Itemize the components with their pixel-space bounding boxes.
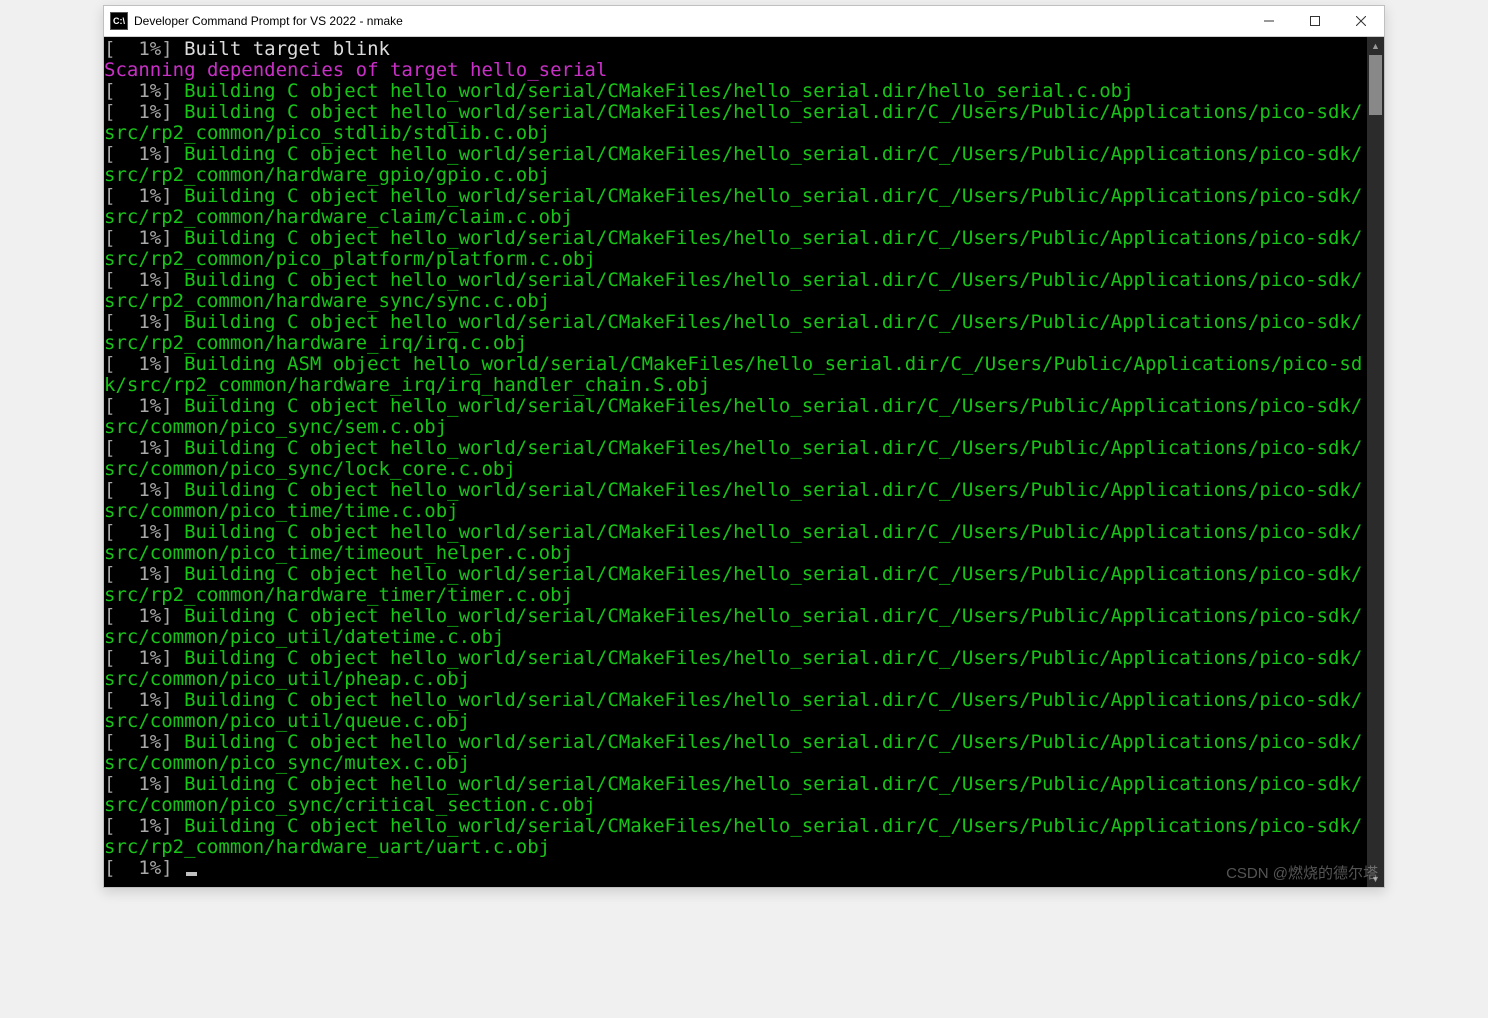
terminal-line: [ 1%] Building C object hello_world/seri… [104, 816, 1367, 858]
terminal-line: [ 1%] Building C object hello_world/seri… [104, 606, 1367, 648]
build-message: Building C object hello_world/serial/CMa… [104, 521, 1362, 564]
build-message: Building C object hello_world/serial/CMa… [104, 815, 1362, 858]
terminal-output[interactable]: [ 1%] Built target blinkScanning depende… [104, 37, 1367, 887]
terminal-line: [ 1%] Building C object hello_world/seri… [104, 186, 1367, 228]
build-message: Building C object hello_world/serial/CMa… [104, 731, 1362, 774]
minimize-button[interactable] [1246, 6, 1292, 36]
terminal-line: [ 1%] Building C object hello_world/seri… [104, 438, 1367, 480]
build-percent: [ 1%] [104, 353, 184, 375]
terminal-line: [ 1%] Building C object hello_world/seri… [104, 690, 1367, 732]
terminal-line: [ 1%] Building C object hello_world/seri… [104, 774, 1367, 816]
close-button[interactable] [1338, 6, 1384, 36]
terminal-line: [ 1%] Building C object hello_world/seri… [104, 81, 1367, 102]
build-percent: [ 1%] [104, 143, 184, 165]
terminal-line: [ 1%] Building C object hello_world/seri… [104, 102, 1367, 144]
build-message: Building C object hello_world/serial/CMa… [104, 773, 1362, 816]
build-message: Building C object hello_world/serial/CMa… [104, 101, 1362, 144]
build-percent: [ 1%] [104, 185, 184, 207]
build-message: Building C object hello_world/serial/CMa… [104, 227, 1362, 270]
build-percent: [ 1%] [104, 437, 184, 459]
build-percent: [ 1%] [104, 395, 184, 417]
build-message: Building C object hello_world/serial/CMa… [104, 689, 1362, 732]
build-percent: [ 1%] [104, 815, 184, 837]
terminal-line: Scanning dependencies of target hello_se… [104, 60, 1367, 81]
cmd-icon: C:\ [110, 12, 128, 30]
cursor-icon [186, 872, 197, 876]
terminal-line: [ 1%] Building C object hello_world/seri… [104, 648, 1367, 690]
build-percent: [ 1%] [104, 38, 184, 60]
window-title: Developer Command Prompt for VS 2022 - n… [134, 14, 403, 28]
app-window: C:\ Developer Command Prompt for VS 2022… [103, 5, 1385, 888]
build-message: Building C object hello_world/serial/CMa… [104, 311, 1362, 354]
terminal-line: [ 1%] Built target blink [104, 39, 1367, 60]
build-percent: [ 1%] [104, 311, 184, 333]
terminal-line: [ 1%] Building C object hello_world/seri… [104, 480, 1367, 522]
scrollbar-thumb[interactable] [1369, 55, 1382, 115]
build-message: Building C object hello_world/serial/CMa… [104, 437, 1362, 480]
terminal-line: [ 1%] [104, 858, 1367, 879]
build-message: Building C object hello_world/serial/CMa… [104, 143, 1362, 186]
build-message: Built target blink [184, 38, 390, 60]
maximize-icon [1310, 16, 1320, 26]
minimize-icon [1264, 16, 1274, 26]
terminal-line: [ 1%] Building C object hello_world/seri… [104, 144, 1367, 186]
terminal-line: [ 1%] Building C object hello_world/seri… [104, 396, 1367, 438]
build-message: Building C object hello_world/serial/CMa… [104, 647, 1362, 690]
client-area: [ 1%] Built target blinkScanning depende… [104, 37, 1384, 887]
build-percent: [ 1%] [104, 647, 184, 669]
scroll-down-arrow-icon[interactable]: ▼ [1367, 870, 1384, 887]
vertical-scrollbar[interactable]: ▲ ▼ [1367, 37, 1384, 887]
terminal-line: [ 1%] Building C object hello_world/seri… [104, 228, 1367, 270]
build-message: Building C object hello_world/serial/CMa… [104, 479, 1362, 522]
build-message: Scanning dependencies of target hello_se… [104, 59, 607, 81]
build-percent: [ 1%] [104, 731, 184, 753]
build-percent: [ 1%] [104, 563, 184, 585]
build-message: Building C object hello_world/serial/CMa… [104, 563, 1362, 606]
scroll-up-arrow-icon[interactable]: ▲ [1367, 37, 1384, 54]
titlebar[interactable]: C:\ Developer Command Prompt for VS 2022… [104, 6, 1384, 37]
build-percent: [ 1%] [104, 521, 184, 543]
build-percent: [ 1%] [104, 605, 184, 627]
close-icon [1356, 16, 1366, 26]
terminal-line: [ 1%] Building ASM object hello_world/se… [104, 354, 1367, 396]
terminal-line: [ 1%] Building C object hello_world/seri… [104, 522, 1367, 564]
build-message: Building C object hello_world/serial/CMa… [184, 80, 1133, 102]
terminal-line: [ 1%] Building C object hello_world/seri… [104, 732, 1367, 774]
build-message: Building ASM object hello_world/serial/C… [104, 353, 1362, 396]
build-percent: [ 1%] [104, 80, 184, 102]
build-percent: [ 1%] [104, 689, 184, 711]
maximize-button[interactable] [1292, 6, 1338, 36]
terminal-line: [ 1%] Building C object hello_world/seri… [104, 564, 1367, 606]
build-message: Building C object hello_world/serial/CMa… [104, 185, 1362, 228]
build-percent: [ 1%] [104, 101, 184, 123]
terminal-line: [ 1%] Building C object hello_world/seri… [104, 312, 1367, 354]
build-percent: [ 1%] [104, 479, 184, 501]
build-percent: [ 1%] [104, 227, 184, 249]
build-message: Building C object hello_world/serial/CMa… [104, 269, 1362, 312]
terminal-line: [ 1%] Building C object hello_world/seri… [104, 270, 1367, 312]
build-percent: [ 1%] [104, 269, 184, 291]
build-message: Building C object hello_world/serial/CMa… [104, 605, 1362, 648]
build-percent: [ 1%] [104, 773, 184, 795]
build-percent: [ 1%] [104, 857, 184, 879]
build-message: Building C object hello_world/serial/CMa… [104, 395, 1362, 438]
